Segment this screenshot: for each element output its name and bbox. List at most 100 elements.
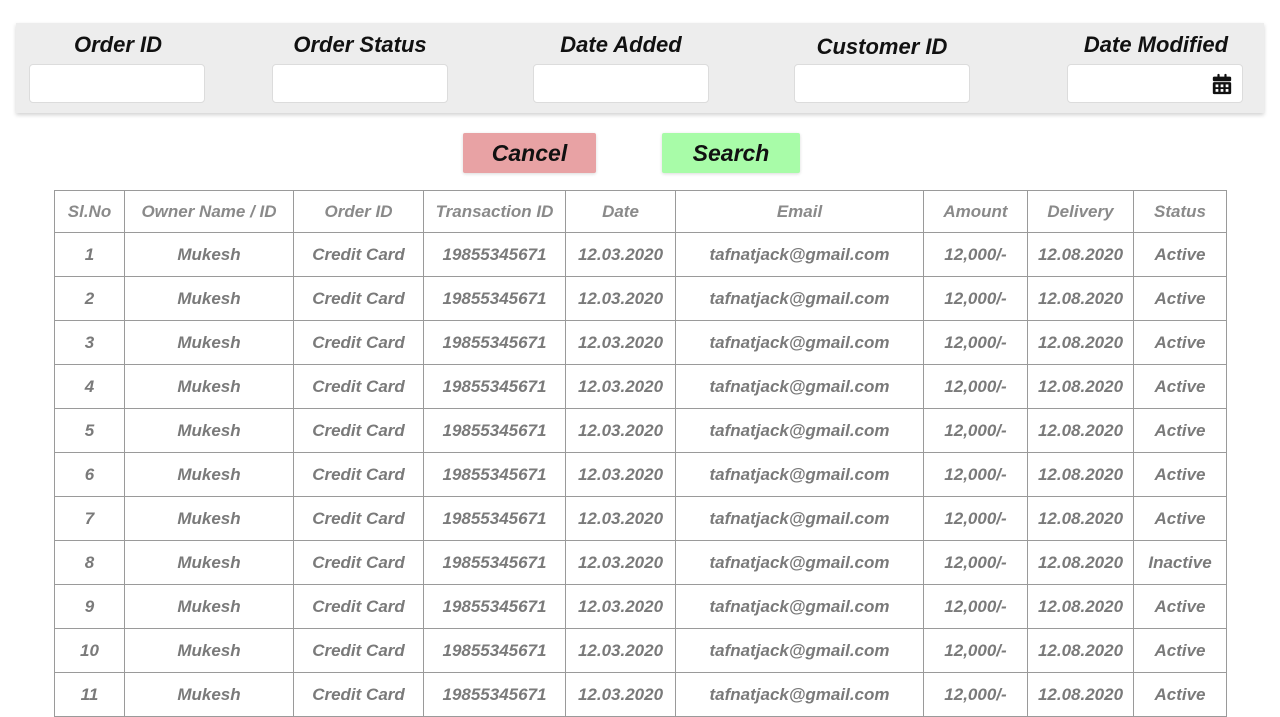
cell-amount: 12,000/- (923, 320, 1028, 365)
column-header-email: Email (675, 190, 924, 233)
cell-email: tafnatjack@gmail.com (675, 408, 924, 453)
cell-date: 12.03.2020 (565, 408, 676, 453)
cell-transaction-id: 19855345671 (423, 232, 566, 277)
cell-sl-no: 8 (54, 540, 125, 585)
column-header-status: Status (1133, 190, 1227, 233)
date-added-label: Date Added (560, 32, 682, 57)
table-row[interactable]: 7 Mukesh Credit Card 19855345671 12.03.2020 t… (54, 496, 1227, 541)
cell-status: Inactive (1133, 540, 1227, 585)
cell-date: 12.03.2020 (565, 452, 676, 497)
column-header-owner-name: Owner Name / ID (124, 190, 294, 233)
cell-status: Active (1133, 672, 1227, 717)
cell-date: 12.03.2020 (565, 320, 676, 365)
cell-email: tafnatjack@gmail.com (675, 452, 924, 497)
column-header-delivery: Delivery (1027, 190, 1134, 233)
cell-owner-name: Mukesh (124, 452, 294, 497)
cell-transaction-id: 19855345671 (423, 540, 566, 585)
cell-amount: 12,000/- (923, 628, 1028, 673)
cell-order-id: Credit Card (293, 540, 424, 585)
cell-amount: 12,000/- (923, 672, 1028, 717)
cell-email: tafnatjack@gmail.com (675, 232, 924, 277)
table-row[interactable]: 8 Mukesh Credit Card 19855345671 12.03.2020 t… (54, 540, 1227, 585)
cell-sl-no: 1 (54, 232, 125, 277)
cell-owner-name: Mukesh (124, 320, 294, 365)
cell-transaction-id: 19855345671 (423, 496, 566, 541)
order-status-input[interactable] (272, 64, 448, 103)
cell-delivery: 12.08.2020 (1027, 584, 1134, 629)
table-body: 1 Mukesh Credit Card 19855345671 12.03.2020 t… (54, 232, 1227, 717)
cell-email: tafnatjack@gmail.com (675, 364, 924, 409)
cell-transaction-id: 19855345671 (423, 276, 566, 321)
table-row[interactable]: 4 Mukesh Credit Card 19855345671 12.03.2020 t… (54, 364, 1227, 409)
cell-date: 12.03.2020 (565, 584, 676, 629)
table-row[interactable]: 2 Mukesh Credit Card 19855345671 12.03.2020 t… (54, 276, 1227, 321)
date-modified-label: Date Modified (1083, 32, 1229, 57)
cell-email: tafnatjack@gmail.com (675, 628, 924, 673)
cell-amount: 12,000/- (923, 276, 1028, 321)
column-header-date: Date (565, 190, 676, 233)
cell-transaction-id: 19855345671 (423, 364, 566, 409)
cell-status: Active (1133, 232, 1227, 277)
cell-amount: 12,000/- (923, 232, 1028, 277)
cell-order-id: Credit Card (293, 496, 424, 541)
cell-order-id: Credit Card (293, 232, 424, 277)
table-row[interactable]: 10 Mukesh Credit Card 19855345671 12.03.2020… (54, 628, 1227, 673)
cell-status: Active (1133, 364, 1227, 409)
cell-email: tafnatjack@gmail.com (675, 584, 924, 629)
order-status-label: Order Status (293, 32, 427, 57)
cell-date: 12.03.2020 (565, 628, 676, 673)
cell-owner-name: Mukesh (124, 584, 294, 629)
cell-transaction-id: 19855345671 (423, 672, 566, 717)
cell-date: 12.03.2020 (565, 364, 676, 409)
table-row[interactable]: 3 Mukesh Credit Card 19855345671 12.03.2020 t… (54, 320, 1227, 365)
cell-transaction-id: 19855345671 (423, 584, 566, 629)
cell-transaction-id: 19855345671 (423, 408, 566, 453)
cell-delivery: 12.08.2020 (1027, 452, 1134, 497)
cell-delivery: 12.08.2020 (1027, 628, 1134, 673)
order-id-input[interactable] (29, 64, 205, 103)
cell-status: Active (1133, 452, 1227, 497)
cell-delivery: 12.08.2020 (1027, 276, 1134, 321)
table-row[interactable]: 11 Mukesh Credit Card 19855345671 12.03.2020… (54, 672, 1227, 717)
customer-id-input[interactable] (794, 64, 970, 103)
search-button[interactable]: Search (662, 133, 800, 173)
cell-status: Active (1133, 320, 1227, 365)
table-row[interactable]: 9 Mukesh Credit Card 19855345671 12.03.2020 t… (54, 584, 1227, 629)
filter-panel: Order ID Order Status Date Added Custome… (16, 23, 1264, 113)
cell-transaction-id: 19855345671 (423, 452, 566, 497)
cell-owner-name: Mukesh (124, 232, 294, 277)
cell-order-id: Credit Card (293, 584, 424, 629)
cell-sl-no: 9 (54, 584, 125, 629)
cell-email: tafnatjack@gmail.com (675, 496, 924, 541)
cell-owner-name: Mukesh (124, 276, 294, 321)
cell-order-id: Credit Card (293, 320, 424, 365)
cell-delivery: 12.08.2020 (1027, 540, 1134, 585)
cell-owner-name: Mukesh (124, 540, 294, 585)
cell-status: Active (1133, 408, 1227, 453)
cell-date: 12.03.2020 (565, 672, 676, 717)
cell-order-id: Credit Card (293, 408, 424, 453)
cell-amount: 12,000/- (923, 452, 1028, 497)
cell-delivery: 12.08.2020 (1027, 408, 1134, 453)
table-row[interactable]: 6 Mukesh Credit Card 19855345671 12.03.2020 t… (54, 452, 1227, 497)
cell-order-id: Credit Card (293, 452, 424, 497)
cell-order-id: Credit Card (293, 276, 424, 321)
cell-email: tafnatjack@gmail.com (675, 672, 924, 717)
table-row[interactable]: 1 Mukesh Credit Card 19855345671 12.03.2020 t… (54, 232, 1227, 277)
cell-owner-name: Mukesh (124, 496, 294, 541)
cell-date: 12.03.2020 (565, 276, 676, 321)
cell-sl-no: 3 (54, 320, 125, 365)
cell-date: 12.03.2020 (565, 496, 676, 541)
cell-email: tafnatjack@gmail.com (675, 276, 924, 321)
calendar-icon[interactable] (1211, 73, 1233, 95)
cell-delivery: 12.08.2020 (1027, 364, 1134, 409)
cell-date: 12.03.2020 (565, 232, 676, 277)
cell-amount: 12,000/- (923, 364, 1028, 409)
date-modified-input[interactable] (1067, 64, 1243, 103)
cell-status: Active (1133, 496, 1227, 541)
table-row[interactable]: 5 Mukesh Credit Card 19855345671 12.03.2020 t… (54, 408, 1227, 453)
cancel-button[interactable]: Cancel (463, 133, 596, 173)
date-added-input[interactable] (533, 64, 709, 103)
cell-status: Active (1133, 584, 1227, 629)
cell-status: Active (1133, 276, 1227, 321)
